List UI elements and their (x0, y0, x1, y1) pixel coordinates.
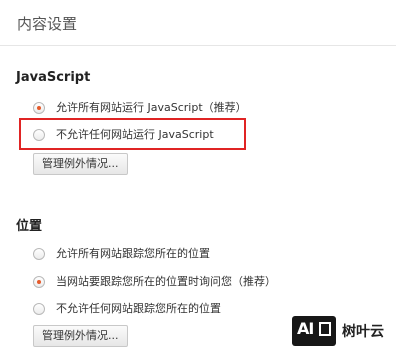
location-allow-label: 允许所有网站跟踪您所在的位置 (56, 247, 210, 260)
location-section-heading: 位置 (16, 219, 43, 234)
location-allow-option[interactable]: 允许所有网站跟踪您所在的位置 (33, 245, 210, 263)
watermark-logo-text: AI (297, 319, 314, 338)
page-title: 内容设置 (17, 15, 78, 33)
javascript-manage-exceptions-button[interactable]: 管理例外情况... (33, 153, 128, 175)
location-ask-radio[interactable] (33, 276, 45, 288)
highlight-box (19, 118, 246, 150)
title-divider (0, 45, 396, 46)
watermark-text: 树叶云 (342, 324, 384, 340)
location-block-option[interactable]: 不允许任何网站跟踪您所在的位置 (33, 300, 221, 318)
javascript-section-heading: JavaScript (16, 70, 91, 85)
javascript-allow-label: 允许所有网站运行 JavaScript（推荐） (56, 101, 247, 114)
location-manage-exceptions-button[interactable]: 管理例外情况... (33, 325, 128, 347)
javascript-allow-option[interactable]: 允许所有网站运行 JavaScript（推荐） (33, 99, 247, 117)
watermark-image-icon (319, 322, 331, 336)
location-block-radio[interactable] (33, 303, 45, 315)
location-ask-label: 当网站要跟踪您所在的位置时询问您（推荐） (56, 275, 276, 288)
location-allow-radio[interactable] (33, 248, 45, 260)
javascript-allow-radio[interactable] (33, 102, 45, 114)
location-ask-option[interactable]: 当网站要跟踪您所在的位置时询问您（推荐） (33, 273, 276, 291)
watermark-logo: AI (292, 316, 336, 346)
watermark: AI 树叶云 (292, 316, 384, 346)
location-block-label: 不允许任何网站跟踪您所在的位置 (56, 302, 221, 315)
